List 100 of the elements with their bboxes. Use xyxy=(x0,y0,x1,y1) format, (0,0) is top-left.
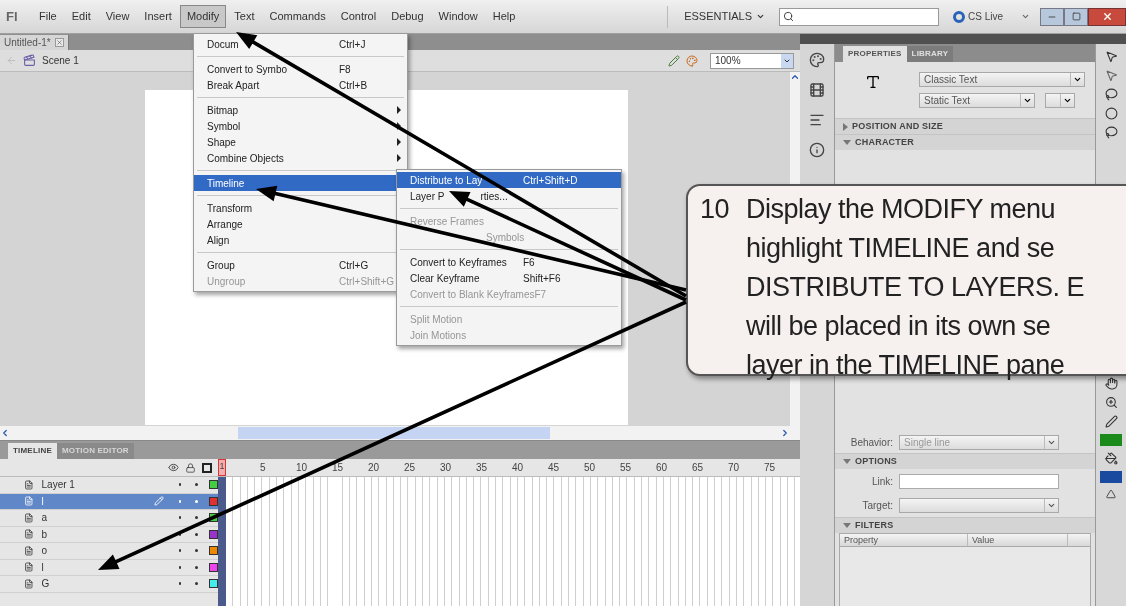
section-header[interactable]: OPTIONS xyxy=(835,453,1095,469)
frame-number: 50 xyxy=(584,461,597,475)
menu[interactable]: View xyxy=(98,5,137,28)
hand-icon[interactable] xyxy=(1104,377,1118,390)
menu-item[interactable]: Docum Ctrl+J xyxy=(194,36,407,52)
scroll-right-icon xyxy=(780,428,790,438)
expanded-triangle-icon xyxy=(843,459,851,464)
menu-item[interactable]: Convert to Keyframes F6 xyxy=(397,254,621,270)
pointer-icon[interactable] xyxy=(1104,69,1118,82)
instruction-text: Display the MODIFY menu xyxy=(746,193,1057,226)
menu-item[interactable]: Convert to Symbo F8 xyxy=(194,61,407,77)
scroll-thumb[interactable] xyxy=(238,427,550,439)
cs-live-icon xyxy=(953,10,965,23)
playhead[interactable]: 1 xyxy=(218,459,226,476)
triangle-icon[interactable] xyxy=(1106,489,1116,499)
menu[interactable]: Edit xyxy=(64,5,98,28)
pointer-icon[interactable] xyxy=(1104,50,1118,63)
menu[interactable]: Modify xyxy=(179,5,227,28)
section-header[interactable]: CHARACTER xyxy=(835,134,1095,150)
document-tab[interactable]: Untitled-1* xyxy=(0,35,69,50)
caret-icon[interactable] xyxy=(1021,12,1030,21)
frame-number: 35 xyxy=(476,461,489,475)
panel-tab[interactable]: PROPERTIES xyxy=(843,46,907,62)
section-header[interactable]: POSITION AND SIZE xyxy=(835,118,1095,134)
zoom-icon[interactable] xyxy=(1104,396,1118,409)
pen-icon[interactable] xyxy=(1104,415,1118,428)
close-button[interactable] xyxy=(1088,7,1126,26)
layer-icon xyxy=(24,578,34,589)
search-field[interactable] xyxy=(779,7,939,26)
frame-number: 10 xyxy=(296,461,309,475)
bucket-icon[interactable] xyxy=(1104,452,1118,465)
menu[interactable]: Insert xyxy=(137,5,179,28)
text-type-dropdown[interactable]: Static Text xyxy=(919,93,1035,108)
zoom-dropdown[interactable]: 100% xyxy=(710,52,794,69)
scene-label[interactable]: Scene 1 xyxy=(42,53,79,68)
edit-scene-icon[interactable] xyxy=(668,54,680,67)
menu[interactable]: Text xyxy=(227,5,262,28)
caret-icon xyxy=(756,12,765,21)
layer-row[interactable]: G xyxy=(0,576,218,593)
frame-number: 60 xyxy=(656,461,669,475)
menu[interactable]: Window xyxy=(431,5,485,28)
menu-item[interactable]: Bitmap xyxy=(194,102,407,118)
menu[interactable]: File xyxy=(32,5,64,28)
film-icon[interactable] xyxy=(809,82,825,98)
column-header[interactable]: Property xyxy=(840,534,968,546)
field-label: Target: xyxy=(861,498,893,513)
info-icon[interactable] xyxy=(809,142,825,158)
menu[interactable]: Control xyxy=(333,5,384,28)
maximize-icon xyxy=(1071,12,1081,21)
text-tool-icon xyxy=(865,74,881,90)
menu-item[interactable]: Layer P rties... xyxy=(397,188,621,204)
scroll-up-icon xyxy=(790,72,800,82)
column-header[interactable]: Value xyxy=(968,534,1068,546)
menu-item[interactable]: Shape xyxy=(194,134,407,150)
layer-icon xyxy=(24,496,34,507)
lasso-icon[interactable] xyxy=(1104,126,1118,139)
layer-icon xyxy=(24,545,34,556)
panel-tab[interactable]: TIMELINE xyxy=(8,443,57,459)
close-icon xyxy=(1101,11,1113,22)
frame-number: 20 xyxy=(368,461,381,475)
close-icon[interactable] xyxy=(54,38,64,47)
fill-color-swatch[interactable] xyxy=(1100,471,1122,483)
layer-row[interactable]: Layer 1 xyxy=(0,477,218,494)
text-engine-dropdown[interactable]: Classic Text xyxy=(919,72,1085,87)
maximize-button[interactable] xyxy=(1064,7,1088,26)
instruction-text: DISTRIBUTE TO LAYERS. E xyxy=(746,271,1085,304)
horizontal-scrollbar[interactable] xyxy=(0,426,790,440)
stroke-color-swatch[interactable] xyxy=(1100,434,1122,446)
outline-icon[interactable] xyxy=(202,462,212,473)
show-hide-icon[interactable] xyxy=(165,462,182,473)
step-number: 10 xyxy=(700,193,731,226)
lasso-icon[interactable] xyxy=(1104,88,1118,101)
menu[interactable]: Help xyxy=(485,5,523,28)
layer-icon xyxy=(24,479,34,490)
layer-icon xyxy=(24,529,34,540)
section-header[interactable]: FILTERS xyxy=(835,517,1095,533)
link-field[interactable] xyxy=(899,473,1059,489)
menu-item[interactable]: Combine Objects xyxy=(194,150,407,166)
frame-number: 15 xyxy=(332,461,345,475)
workspace-switcher[interactable]: ESSENTIALS xyxy=(678,8,771,25)
expanded-triangle-icon xyxy=(843,140,851,145)
menu[interactable]: Debug xyxy=(384,5,431,28)
minimize-button[interactable] xyxy=(1040,7,1064,26)
menu-item[interactable]: Distribute to Lay Ctrl+Shift+D xyxy=(397,172,621,188)
menu-item[interactable]: Clear Keyframe Shift+F6 xyxy=(397,270,621,286)
edit-symbols-icon[interactable] xyxy=(686,54,698,67)
align-icon[interactable] xyxy=(809,112,825,128)
orientation-dropdown[interactable] xyxy=(1045,93,1075,108)
menu[interactable]: Commands xyxy=(262,5,333,28)
frame-number: 70 xyxy=(728,461,741,475)
app-logo: Fl xyxy=(6,7,19,26)
palette-icon[interactable] xyxy=(809,52,825,68)
sphere-icon[interactable] xyxy=(1104,107,1118,120)
cs-live-link[interactable]: CS Live xyxy=(968,9,1003,24)
instruction-text: layer in the TIMELINE pane xyxy=(746,349,1066,382)
frame-number: 40 xyxy=(512,461,525,475)
field-label: Behavior: xyxy=(849,435,893,450)
menu-item[interactable]: Break Apart Ctrl+B xyxy=(194,77,407,93)
instruction-text: highlight TIMELINE and se xyxy=(746,232,1056,265)
frame-number: 5 xyxy=(260,461,267,475)
